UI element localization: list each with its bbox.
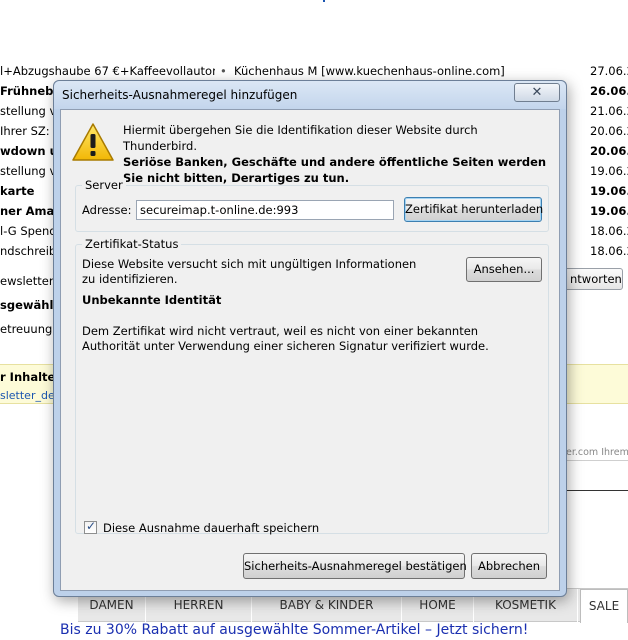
message-date: 20.06.2 [590,124,628,138]
dialog-titlebar[interactable]: Sicherheits-Ausnahmeregel hinzufügen ✕ [54,81,566,109]
server-group-label: Server [82,178,126,192]
certificate-status-text: Diese Website versucht sich mit ungültig… [82,257,417,286]
screen: l+Abzugshaube 67 €+Kaffeevollautom... • … [0,0,628,640]
warning-line-2: Seriöse Banken, Geschäfte und andere öff… [123,155,547,185]
dialog-title: Sicherheits-Ausnahmeregel hinzufügen [62,88,298,102]
address-label: Adresse: [82,203,132,217]
promo-link[interactable]: Bis zu 30% Rabatt auf ausgewählte Sommer… [60,622,528,638]
reply-button[interactable]: ntworten [563,268,623,290]
view-certificate-button[interactable]: Ansehen... [466,257,542,282]
download-certificate-button[interactable]: Zertifikat herunterladen [404,197,543,222]
message-date: 19.06.2 [590,184,628,198]
message-date: 18.06.2 [590,244,628,258]
message-date: 19.06.2 [590,164,628,178]
confirm-exception-button[interactable]: Sicherheits-Ausnahmeregel bestätigen [243,553,467,579]
close-button[interactable]: ✕ [514,83,560,102]
trust-explanation-text: Dem Zertifikat wird nicht vertraut, weil… [82,324,489,353]
certificate-status-group: Zertifikat-Status Diese Website versucht… [75,237,549,535]
permanent-checkbox[interactable]: ✓ [84,519,97,534]
address-input[interactable]: secureimap.t-online.de:993 [136,200,394,220]
warning-line-1: Hiermit übergehen Sie die Identifikation… [123,123,478,153]
message-date: 26.06.2 [590,84,628,98]
message-subject: l+Abzugshaube 67 €+Kaffeevollautom... [0,64,215,78]
close-icon: ✕ [531,85,543,100]
message-sender: Küchenhaus M [www.kuechenhaus-online.com… [234,64,505,78]
message-date: 27.06.2 [590,64,628,78]
server-group: Server Adresse: secureimap.t-online.de:9… [75,178,549,232]
nav-item-sale[interactable]: SALE [580,589,628,623]
message-date: 21.06.2 [590,104,628,118]
security-exception-dialog: Sicherheits-Ausnahmeregel hinzufügen ✕ H… [53,80,567,597]
unknown-identity-heading: Unbekannte Identität [82,293,222,307]
message-date: 18.06.2 [590,224,628,238]
check-icon: ✓ [86,519,97,533]
certificate-status-label: Zertifikat-Status [82,237,182,251]
dialog-body: Hiermit übergehen Sie die Identifikation… [60,109,560,591]
body-snippet: er.com Ihrem ... [566,447,628,458]
background-dot [323,0,325,2]
message-row[interactable]: l+Abzugshaube 67 €+Kaffeevollautom... • … [0,61,628,81]
message-date: 19.06.2 [590,204,628,218]
header-snippet: ewsletter_ [0,274,60,288]
header-snippet: etreuung [0,322,53,336]
divider [566,460,628,461]
remote-content-link[interactable]: sletter_de [0,389,55,402]
body-frame [566,490,628,522]
warning-triangle-icon [71,122,115,162]
cancel-button[interactable]: Abbrechen [471,553,547,579]
message-dot: • [220,64,227,78]
warning-message: Hiermit übergehen Sie die Identifikation… [123,122,553,186]
permanent-checkbox-label[interactable]: Diese Ausnahme dauerhaft speichern [103,521,319,535]
message-date: 20.06.2 [590,144,628,158]
